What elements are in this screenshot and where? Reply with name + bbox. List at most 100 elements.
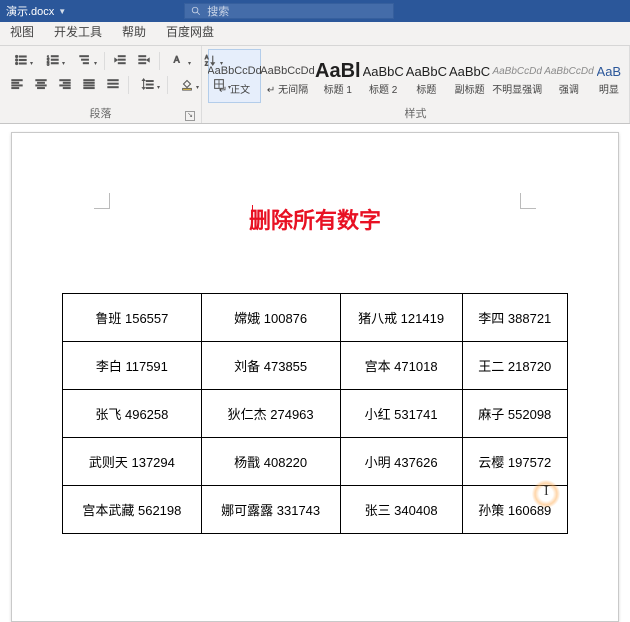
table-cell[interactable]: 麻子 552098 [462,390,567,438]
table-cell[interactable]: 云樱 197572 [462,438,567,486]
style-sample: AaBbCcDd [492,56,541,86]
styles-gallery[interactable]: AaBbCcDd↵ 正文AaBbCcDd↵ 无间隔AaBl标题 1AaBbC标题… [208,48,623,103]
text-caret [252,205,253,229]
table-cell[interactable]: 张三 340408 [340,486,462,534]
data-table[interactable]: 鲁班 156557嫦娥 100876猪八戒 121419李四 388721李白 … [62,293,568,534]
filename-dropdown-icon: ▼ [58,7,66,16]
table-row: 宫本武藏 562198娜可露露 331743张三 340408孙策 160689 [63,486,568,534]
multilevel-list-button[interactable]: ▾ [70,50,100,70]
styles-group-label: 样式 [208,104,623,123]
tab-help[interactable]: 帮助 [112,19,156,45]
table-cell[interactable]: 嫦娥 100876 [201,294,340,342]
style-item[interactable]: AaBbC标题 2 [362,49,405,103]
align-right-icon [58,77,72,91]
page[interactable]: 删除所有数字 鲁班 156557嫦娥 100876猪八戒 121419李四 38… [11,132,619,622]
style-sample: AaBbC [449,56,490,86]
align-justify-button[interactable] [78,74,100,94]
style-label: 明显 [599,86,619,96]
table-cell[interactable]: 狄仁杰 274963 [201,390,340,438]
style-label: 不明显强调 [492,86,542,96]
group-paragraph: ▾ 123 ▾ ▾ [0,46,202,123]
align-left-button[interactable] [6,74,28,94]
sort-button[interactable]: AZ ▾ [196,50,226,70]
table-cell[interactable]: 张飞 496258 [63,390,202,438]
document-filename[interactable]: 演示.docx ▼ [0,3,74,19]
style-sample: AaBl [315,56,361,86]
line-spacing-button[interactable]: ▾ [133,74,163,94]
table-row: 武则天 137294杨戬 408220小明 437626云樱 197572 [63,438,568,486]
filename-text: 演示.docx [6,3,54,19]
align-right-button[interactable] [54,74,76,94]
ribbon-tabs: 视图 开发工具 帮助 百度网盘 [0,22,630,46]
asian-layout-icon: A [172,53,186,67]
align-left-icon [10,77,24,91]
align-center-button[interactable] [30,74,52,94]
bullets-button[interactable]: ▾ [6,50,36,70]
search-box[interactable]: 搜索 [184,3,394,19]
style-item[interactable]: AaBbC标题 [405,49,448,103]
table-cell[interactable]: 刘备 473855 [201,342,340,390]
tab-baidu[interactable]: 百度网盘 [156,19,224,45]
table-cell[interactable]: 鲁班 156557 [63,294,202,342]
distributed-button[interactable] [102,74,124,94]
table-cell[interactable]: 李四 388721 [462,294,567,342]
tab-view[interactable]: 视图 [0,19,44,45]
table-cell[interactable]: 李白 117591 [63,342,202,390]
line-spacing-icon [141,77,155,91]
style-item[interactable]: AaBbC副标题 [448,49,491,103]
style-item[interactable]: AaBbCcDd不明显强调 [491,49,543,103]
svg-text:A: A [174,55,180,65]
distributed-icon [106,77,120,91]
table-cell[interactable]: 小红 531741 [340,390,462,438]
style-label: 标题 [416,86,436,96]
paragraph-group-label: 段落 ↘ [6,104,195,123]
style-sample: AaBbC [406,56,447,86]
align-center-icon [34,77,48,91]
table-cell[interactable]: 娜可露露 331743 [201,486,340,534]
asian-layout-button[interactable]: A ▾ [164,50,194,70]
search-placeholder: 搜索 [207,3,229,19]
document-title[interactable]: 删除所有数字 [62,203,568,235]
paragraph-dialog-launcher[interactable]: ↘ [185,111,195,121]
svg-text:3: 3 [47,61,50,66]
document-canvas[interactable]: 删除所有数字 鲁班 156557嫦娥 100876猪八戒 121419李四 38… [0,124,630,622]
table-cell[interactable]: 小明 437626 [340,438,462,486]
shading-button[interactable]: ▾ [172,74,202,94]
svg-text:A: A [205,55,209,61]
table-cell[interactable]: 宫本 471018 [340,342,462,390]
align-justify-icon [82,77,96,91]
borders-icon [212,77,226,91]
table-cell[interactable]: 宫本武藏 562198 [63,486,202,534]
ribbon: ▾ 123 ▾ ▾ [0,46,630,124]
numbering-icon: 123 [46,53,60,67]
table-cell[interactable]: 王二 218720 [462,342,567,390]
tab-developer[interactable]: 开发工具 [44,19,112,45]
style-label: ↵ 无间隔 [267,86,308,96]
table-row: 鲁班 156557嫦娥 100876猪八戒 121419李四 388721 [63,294,568,342]
table-cell[interactable]: 猪八戒 121419 [340,294,462,342]
style-sample: AaBbC [363,56,404,86]
style-label: 标题 2 [369,86,397,96]
style-item[interactable]: AaBbCcDd↵ 无间隔 [261,49,314,103]
style-item[interactable]: AaBl标题 1 [314,49,362,103]
multilevel-icon [78,53,92,67]
svg-text:Z: Z [205,61,209,67]
style-label: 强调 [559,86,579,96]
style-sample: AaB [597,56,622,86]
style-sample: AaBbCcDd [544,56,593,86]
table-cell[interactable]: 杨戬 408220 [201,438,340,486]
outdent-icon [113,53,127,67]
style-item[interactable]: AaB明显 [595,49,623,103]
style-item[interactable]: AaBbCcDd强调 [543,49,594,103]
group-styles: AaBbCcDd↵ 正文AaBbCcDd↵ 无间隔AaBl标题 1AaBbC标题… [202,46,630,123]
table-cell[interactable]: 武则天 137294 [63,438,202,486]
decrease-indent-button[interactable] [109,50,131,70]
numbering-button[interactable]: 123 ▾ [38,50,68,70]
increase-indent-button[interactable] [133,50,155,70]
sort-icon: AZ [204,53,218,67]
table-cell[interactable]: 孙策 160689 [462,486,567,534]
borders-button[interactable]: ▾ [204,74,234,94]
style-label: 标题 1 [324,86,352,96]
style-label: 副标题 [455,86,485,96]
style-sample: AaBbCcDd [260,56,314,86]
